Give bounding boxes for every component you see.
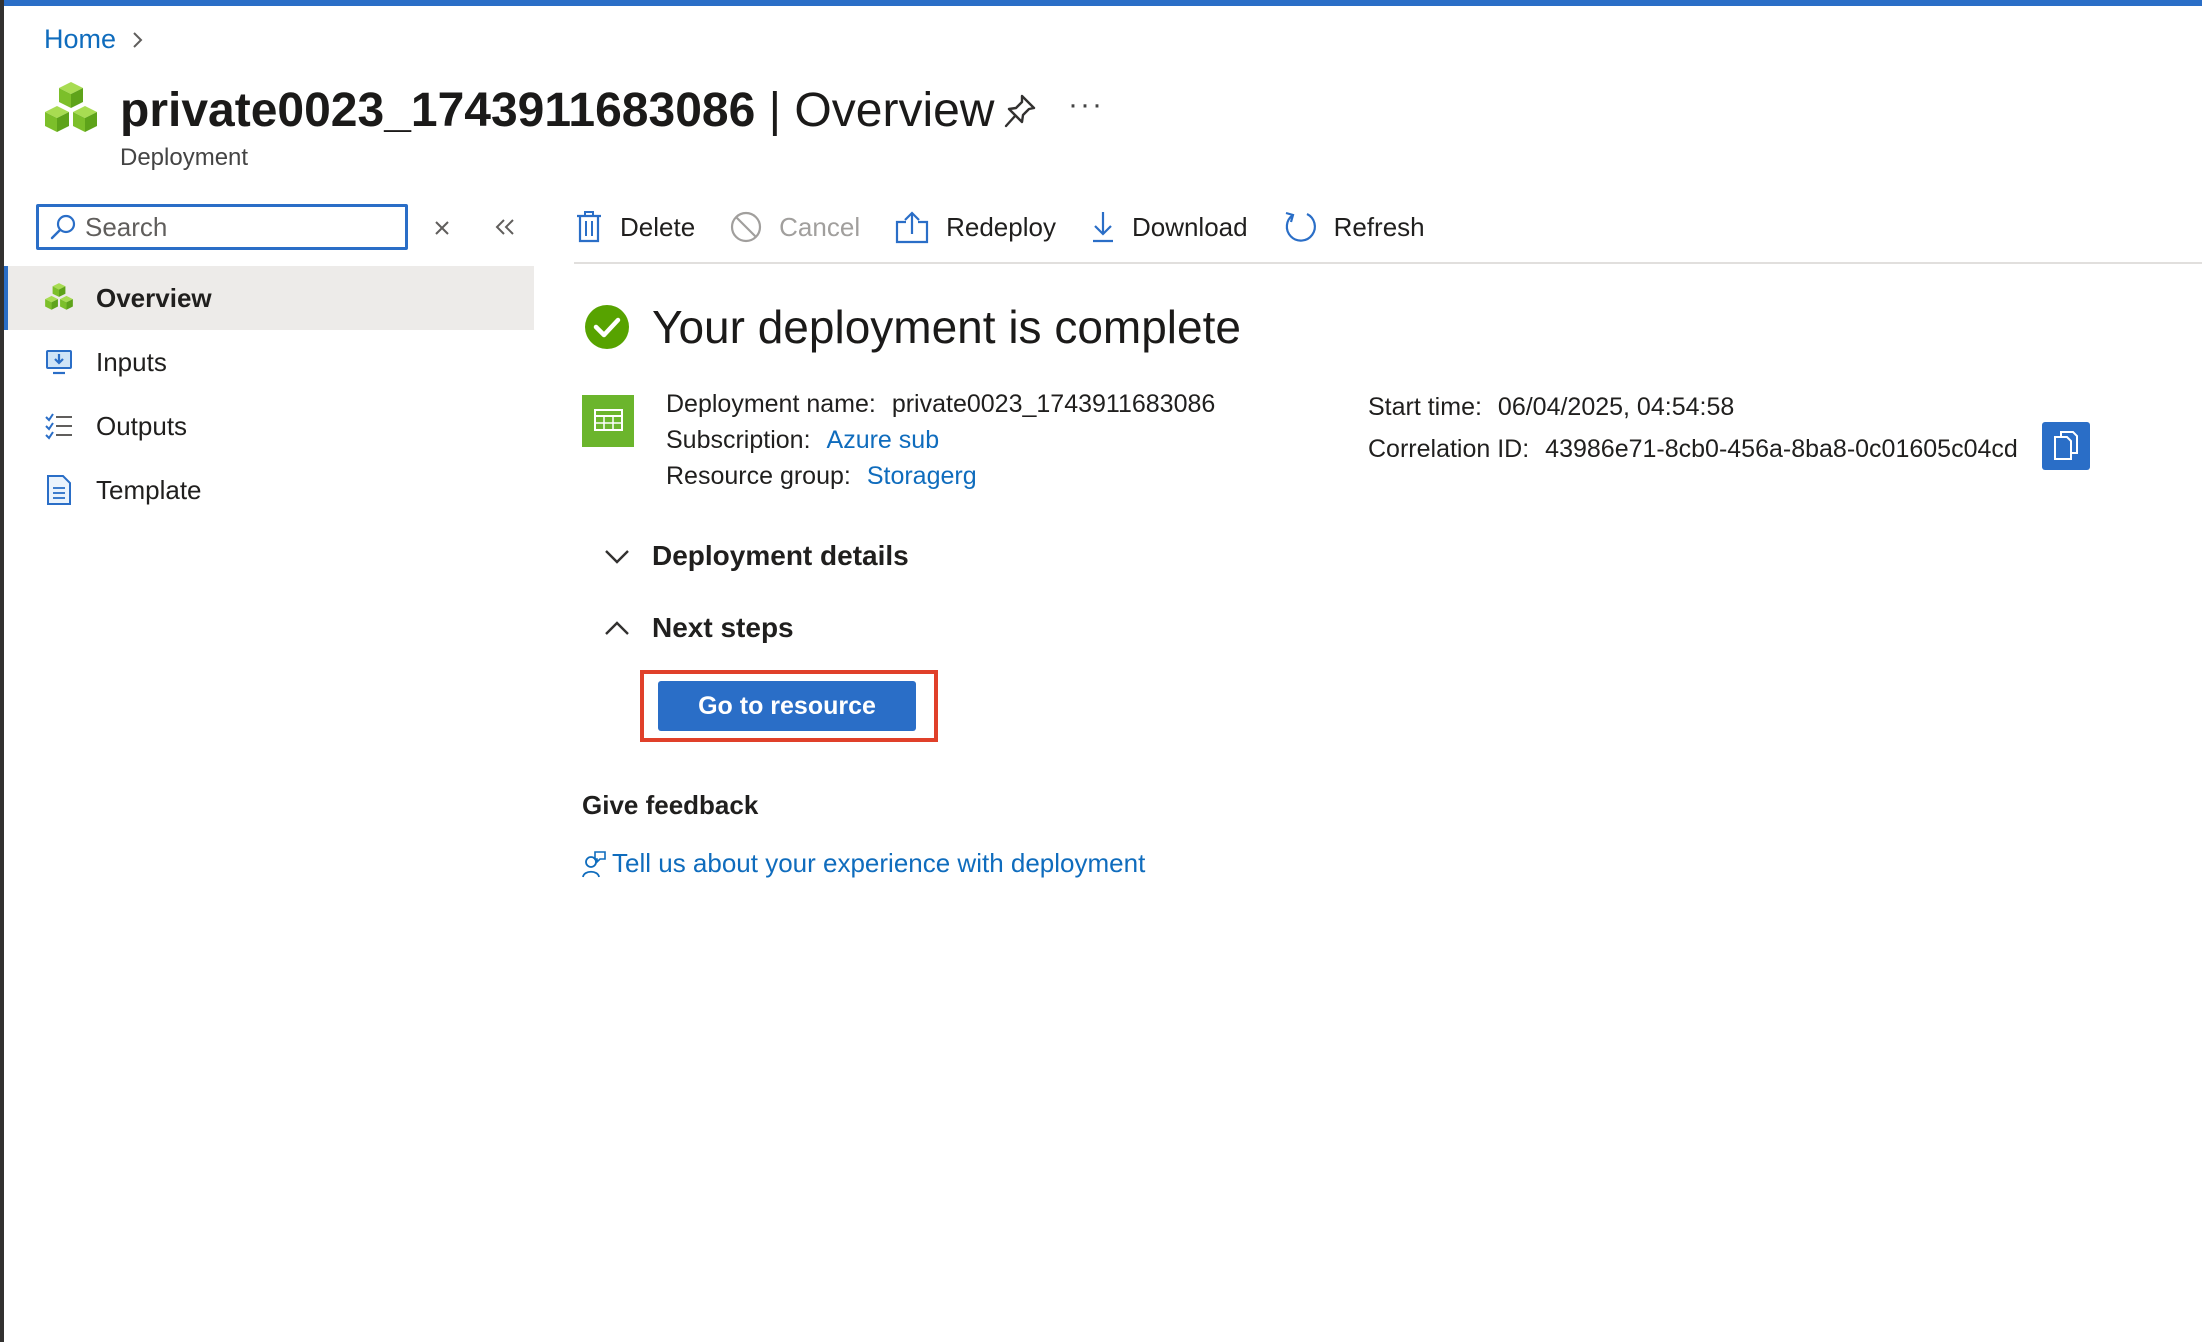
top-accent-bar [0, 0, 2202, 6]
deployment-name-value: private0023_1743911683086 [891, 390, 1216, 418]
deployment-info-right: Start time: 06/04/2025, 04:54:58 Correlat… [1368, 386, 2018, 470]
sidebar-item-label: Inputs [96, 346, 167, 377]
clear-search-icon[interactable] [430, 214, 454, 242]
trash-icon [577, 211, 601, 243]
sidebar-item-label: Outputs [96, 410, 188, 441]
sidebar-item-overview[interactable]: Overview [4, 266, 534, 330]
redeploy-button[interactable]: Redeploy [894, 210, 1056, 244]
cancel-button[interactable]: Cancel [729, 210, 860, 244]
sidebar-item-inputs[interactable]: Inputs [4, 330, 534, 394]
copy-correlation-id-button[interactable] [2042, 422, 2090, 470]
resource-group-link[interactable]: Storagerg [867, 462, 977, 490]
correlation-id-value: 43986e71-8cb0-456a-8ba8-0c01605c04cd [1545, 435, 2018, 463]
cancel-circle-icon [731, 211, 762, 243]
sidebar-nav: Overview Inputs Outputs Template [4, 266, 534, 522]
refresh-button[interactable]: Refresh [1282, 209, 1425, 245]
breadcrumb: Home [44, 24, 146, 55]
deployment-cubes-icon [45, 82, 97, 132]
status-message: Your deployment is complete [652, 301, 1241, 353]
start-time-value: 06/04/2025, 04:54:58 [1497, 393, 1735, 421]
window-left-edge [0, 0, 4, 1342]
breadcrumb-home-link[interactable]: Home [44, 24, 116, 55]
template-document-icon [42, 473, 76, 507]
pin-icon[interactable] [1002, 92, 1038, 130]
start-time-row: Start time: 06/04/2025, 04:54:58 [1368, 393, 1735, 421]
more-options-button[interactable]: ··· [1068, 88, 1104, 122]
deployment-details-toggle[interactable]: Deployment details [604, 540, 909, 572]
delete-button[interactable]: Delete [574, 210, 695, 244]
search-icon [50, 214, 76, 240]
deployment-status: Your deployment is complete [584, 300, 1241, 354]
sidebar-item-label: Template [96, 474, 202, 505]
chevron-right-icon [133, 31, 143, 48]
download-button[interactable]: Download [1090, 210, 1248, 244]
feedback-heading: Give feedback [582, 790, 759, 820]
subscription-link[interactable]: Azure sub [827, 426, 940, 454]
chevron-up-icon [605, 621, 629, 635]
deployment-summary-icon [582, 395, 634, 447]
copy-icon [2054, 431, 2078, 460]
page-header: private0023_1743911683086 | Overview [42, 80, 994, 140]
check-circle-icon [585, 305, 629, 349]
deployment-cubes-icon [42, 281, 76, 315]
download-icon [1092, 212, 1113, 243]
subscription-row: Subscription: Azure sub [666, 426, 940, 454]
upload-icon [895, 211, 929, 244]
search-box[interactable] [36, 204, 408, 250]
search-input[interactable] [85, 211, 385, 243]
feedback-person-icon [582, 850, 606, 877]
command-bar: Delete Cancel Redeploy Download Refresh [574, 202, 1459, 252]
next-steps-toggle[interactable]: Next steps [604, 612, 794, 644]
collapse-sidebar-icon[interactable] [490, 212, 520, 242]
page-subtitle: Deployment [120, 144, 249, 171]
sidebar-item-template[interactable]: Template [4, 458, 534, 522]
deployment-info-left: Deployment name: private0023_174391168308… [666, 386, 1215, 494]
resource-group-row: Resource group: Storagerg [666, 462, 977, 490]
feedback-link[interactable]: Tell us about your experience with deplo… [582, 848, 1145, 879]
toolbar-divider [574, 262, 2202, 264]
deployment-name-row: Deployment name: private0023_174391168308… [666, 390, 1216, 418]
chevron-down-icon [605, 550, 629, 564]
sidebar-item-label: Overview [96, 282, 212, 313]
inputs-icon [42, 345, 76, 379]
sidebar-item-outputs[interactable]: Outputs [4, 394, 534, 458]
go-to-resource-button[interactable]: Go to resource [658, 681, 916, 731]
refresh-icon [1285, 211, 1316, 242]
correlation-id-row: Correlation ID: 43986e71-8cb0-456a-8ba8-0… [1368, 435, 2018, 463]
page-title: private0023_1743911683086 | Overview [120, 83, 995, 137]
outputs-list-icon [42, 409, 76, 443]
